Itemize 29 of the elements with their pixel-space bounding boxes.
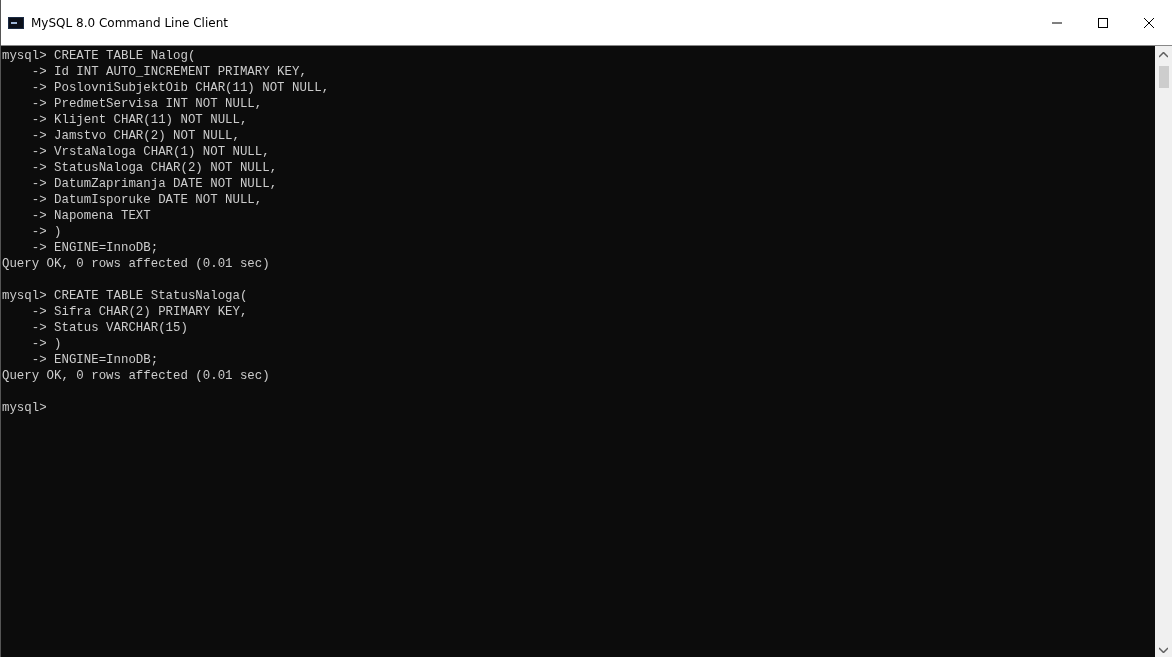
window-title: MySQL 8.0 Command Line Client (31, 15, 228, 30)
console-line: -> Id INT AUTO_INCREMENT PRIMARY KEY, (30, 64, 308, 80)
console-line: -> PredmetServisa INT NOT NULL, (30, 96, 264, 112)
console-line: -> Status VARCHAR(15) (30, 320, 189, 336)
console-line: -> ENGINE=InnoDB; (30, 240, 160, 256)
console-line: -> Napomena TEXT (30, 208, 152, 224)
console-line: -> Sifra CHAR(2) PRIMARY KEY, (30, 304, 249, 320)
console-line: -> DatumIsporuke DATE NOT NULL, (30, 192, 264, 208)
console-line: -> ) (30, 336, 63, 352)
console-line: -> PoslovniSubjektOib CHAR(11) NOT NULL, (30, 80, 331, 96)
scroll-down-icon[interactable] (1159, 647, 1168, 653)
console-line: -> DatumZaprimanja DATE NOT NULL, (30, 176, 279, 192)
scrollbar[interactable] (1155, 46, 1172, 657)
console-line: mysql> CREATE TABLE Nalog( (2, 48, 197, 64)
console-line: -> ) (30, 224, 63, 240)
console-line: Query OK, 0 rows affected (0.01 sec) (2, 256, 271, 272)
console-line: Query OK, 0 rows affected (0.01 sec) (2, 368, 271, 384)
terminal-icon (8, 16, 24, 29)
console-line: -> Jamstvo CHAR(2) NOT NULL, (30, 128, 241, 144)
scroll-up-icon[interactable] (1159, 52, 1168, 58)
console-line: -> VrstaNaloga CHAR(1) NOT NULL, (30, 144, 271, 160)
console-line: -> ENGINE=InnoDB; (30, 352, 160, 368)
console-line: -> StatusNaloga CHAR(2) NOT NULL, (30, 160, 279, 176)
close-icon (1144, 17, 1154, 28)
maximize-icon (1098, 17, 1108, 28)
console-line: mysql> CREATE TABLE StatusNaloga( (2, 288, 249, 304)
console-line: mysql> (2, 400, 48, 416)
scrollbar-thumb[interactable] (1158, 66, 1169, 88)
console-line: -> Klijent CHAR(11) NOT NULL, (30, 112, 249, 128)
